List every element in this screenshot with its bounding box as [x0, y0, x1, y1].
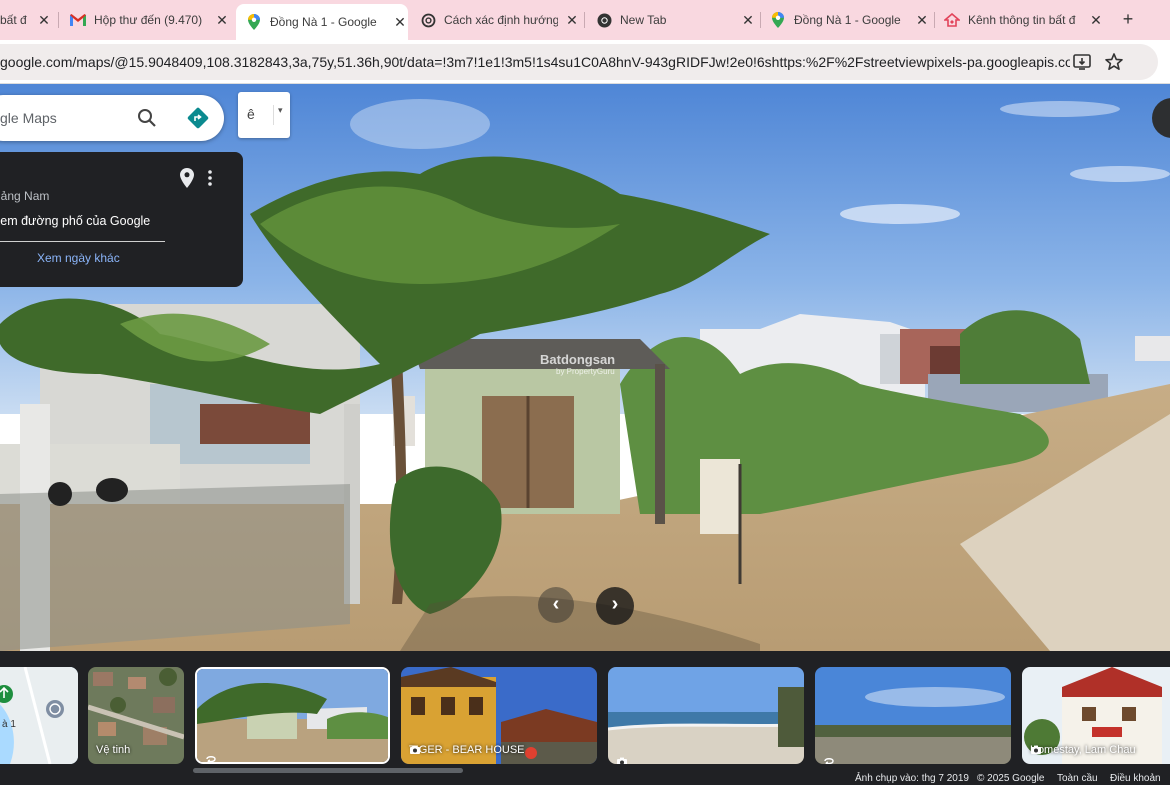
chevron-down-icon[interactable]: ▾	[273, 105, 283, 125]
street-view-info-panel: uảng Nam xem đường phố của Google Xem ng…	[0, 152, 243, 287]
close-icon[interactable]: ✕	[36, 12, 52, 29]
real-estate-icon	[944, 12, 960, 28]
tab-google-maps-2[interactable]: Đồng Nà 1 - Google ✕	[770, 4, 930, 36]
openai-icon	[420, 12, 436, 28]
install-app-icon[interactable]	[1073, 54, 1091, 70]
see-other-dates-link[interactable]: Xem ngày khác	[37, 251, 120, 265]
watermark-sub: by PropertyGuru	[556, 367, 615, 376]
copyright: © 2025 Google	[977, 773, 1045, 784]
place-name: Homestay, Lam Chau	[1030, 744, 1136, 756]
chevron-left-icon: ‹	[552, 593, 560, 615]
filmstrip-tiger-bear-house-thumb[interactable]: TIGER - BEAR HOUSE	[401, 667, 597, 764]
tab-real-estate-1[interactable]: bất đ ✕	[0, 4, 52, 36]
close-icon[interactable]: ✕	[214, 12, 230, 29]
search-input[interactable]: gle Maps	[0, 110, 57, 126]
tab-strip: bất đ ✕ Hộp thư đến (9.470) ✕ Đồng Nà 1 …	[0, 0, 1170, 40]
tab-gmail[interactable]: Hộp thư đến (9.470) ✕	[68, 4, 230, 36]
terms-link[interactable]: Điều khoản	[1110, 773, 1161, 784]
layer-glyph: ê	[247, 106, 255, 122]
tab-separator	[760, 12, 761, 28]
navigate-back-button[interactable]: ‹	[538, 587, 574, 623]
tab-separator	[934, 12, 935, 28]
tab-title: Cách xác định hướng	[444, 13, 558, 27]
filmstrip-street-view-thumb-selected[interactable]	[195, 667, 390, 764]
close-icon[interactable]: ✕	[740, 12, 756, 29]
filmstrip-aerial-street-view-thumb[interactable]	[815, 667, 1011, 764]
capture-date: Ảnh chụp vào: thg 7 2019	[855, 773, 969, 784]
maps-footer: Ảnh chụp vào: thg 7 2019 © 2025 Google T…	[0, 771, 1170, 785]
chevron-right-icon: ›	[611, 593, 619, 615]
tab-title: Đồng Nà 1 - Google	[270, 15, 377, 29]
search-icon[interactable]	[137, 108, 157, 128]
tab-separator	[584, 12, 585, 28]
close-icon[interactable]: ✕	[914, 12, 930, 29]
watermark-logo: Batdongsan by PropertyGuru	[540, 352, 615, 376]
google-maps-icon	[770, 12, 786, 28]
street-view-thumbnail	[815, 667, 1011, 764]
photo-thumbnail	[608, 667, 804, 764]
divider	[0, 241, 165, 242]
more-options-icon[interactable]	[208, 170, 212, 186]
google-maps-icon	[246, 14, 262, 30]
tab-real-estate-2[interactable]: Kênh thông tin bất đ ✕	[944, 4, 1104, 36]
location-region: uảng Nam	[0, 189, 50, 203]
tab-title: bất đ	[0, 13, 27, 27]
new-tab-button[interactable]: +	[1118, 9, 1138, 29]
layer-selector-button[interactable]: ê ▾	[238, 92, 290, 138]
camera-icon	[410, 745, 420, 754]
directions-icon[interactable]	[187, 107, 209, 129]
camera-icon	[1031, 745, 1041, 754]
tab-title: Đồng Nà 1 - Google	[794, 13, 901, 27]
navigate-forward-button[interactable]: ›	[596, 587, 634, 625]
tab-new-tab[interactable]: New Tab ✕	[596, 4, 756, 36]
close-icon[interactable]: ✕	[1088, 12, 1104, 29]
gmail-icon	[70, 12, 86, 28]
thumb-label: Vệ tinh	[96, 744, 130, 756]
watermark-brand: Batdongsan	[540, 352, 616, 367]
tab-title: Hộp thư đến (9.470)	[94, 13, 203, 27]
street-view-caption: xem đường phố của Google	[0, 214, 151, 228]
street-view-360-icon	[824, 758, 834, 764]
filmstrip-satellite-thumb[interactable]: Vệ tinh	[88, 667, 184, 764]
place-name: TIGER - BEAR HOUSE	[409, 744, 525, 756]
scope-link[interactable]: Toàn cầu	[1057, 773, 1098, 784]
tab-title: Kênh thông tin bất đ	[968, 13, 1076, 27]
filmstrip-beach-photo-thumb[interactable]	[608, 667, 804, 764]
address-bar[interactable]: google.com/maps/@15.9048409,108.3182843,…	[0, 44, 1158, 80]
close-icon[interactable]: ✕	[564, 12, 580, 29]
thumb-label: Homestay, Lam Chau	[1030, 744, 1136, 756]
map-thumb-label: à 1	[2, 719, 16, 730]
close-icon[interactable]: ✕	[392, 14, 408, 31]
street-view-thumbnail	[197, 669, 388, 762]
thumb-label: TIGER - BEAR HOUSE	[409, 744, 525, 756]
filmstrip-map-thumb[interactable]: à 1	[0, 667, 78, 764]
street-view-360-icon	[206, 756, 216, 762]
bookmark-star-icon[interactable]	[1104, 52, 1124, 72]
camera-icon	[617, 757, 627, 764]
location-pin-icon[interactable]	[180, 168, 194, 188]
street-view-panorama[interactable]: Batdongsan by PropertyGuru gle Maps ê ▾ …	[0, 84, 1170, 651]
chrome-icon	[596, 12, 612, 28]
tab-openai[interactable]: Cách xác định hướng ✕	[420, 4, 580, 36]
map-thumbnail	[0, 667, 78, 764]
filmstrip-homestay-thumb[interactable]: Homestay, Lam Chau	[1022, 667, 1170, 764]
browser-toolbar: google.com/maps/@15.9048409,108.3182843,…	[0, 40, 1170, 84]
satellite-label: Vệ tinh	[96, 744, 131, 756]
url-text[interactable]: google.com/maps/@15.9048409,108.3182843,…	[0, 54, 1070, 70]
tab-google-maps-active[interactable]: Đồng Nà 1 - Google ✕	[236, 4, 408, 40]
maps-search-box[interactable]: gle Maps	[0, 95, 224, 141]
photo-filmstrip: à 1 Vệ tinh TIGER - BEAR HOUSE Homestay,…	[0, 651, 1170, 785]
tab-separator	[58, 12, 59, 28]
tab-title: New Tab	[620, 13, 667, 27]
